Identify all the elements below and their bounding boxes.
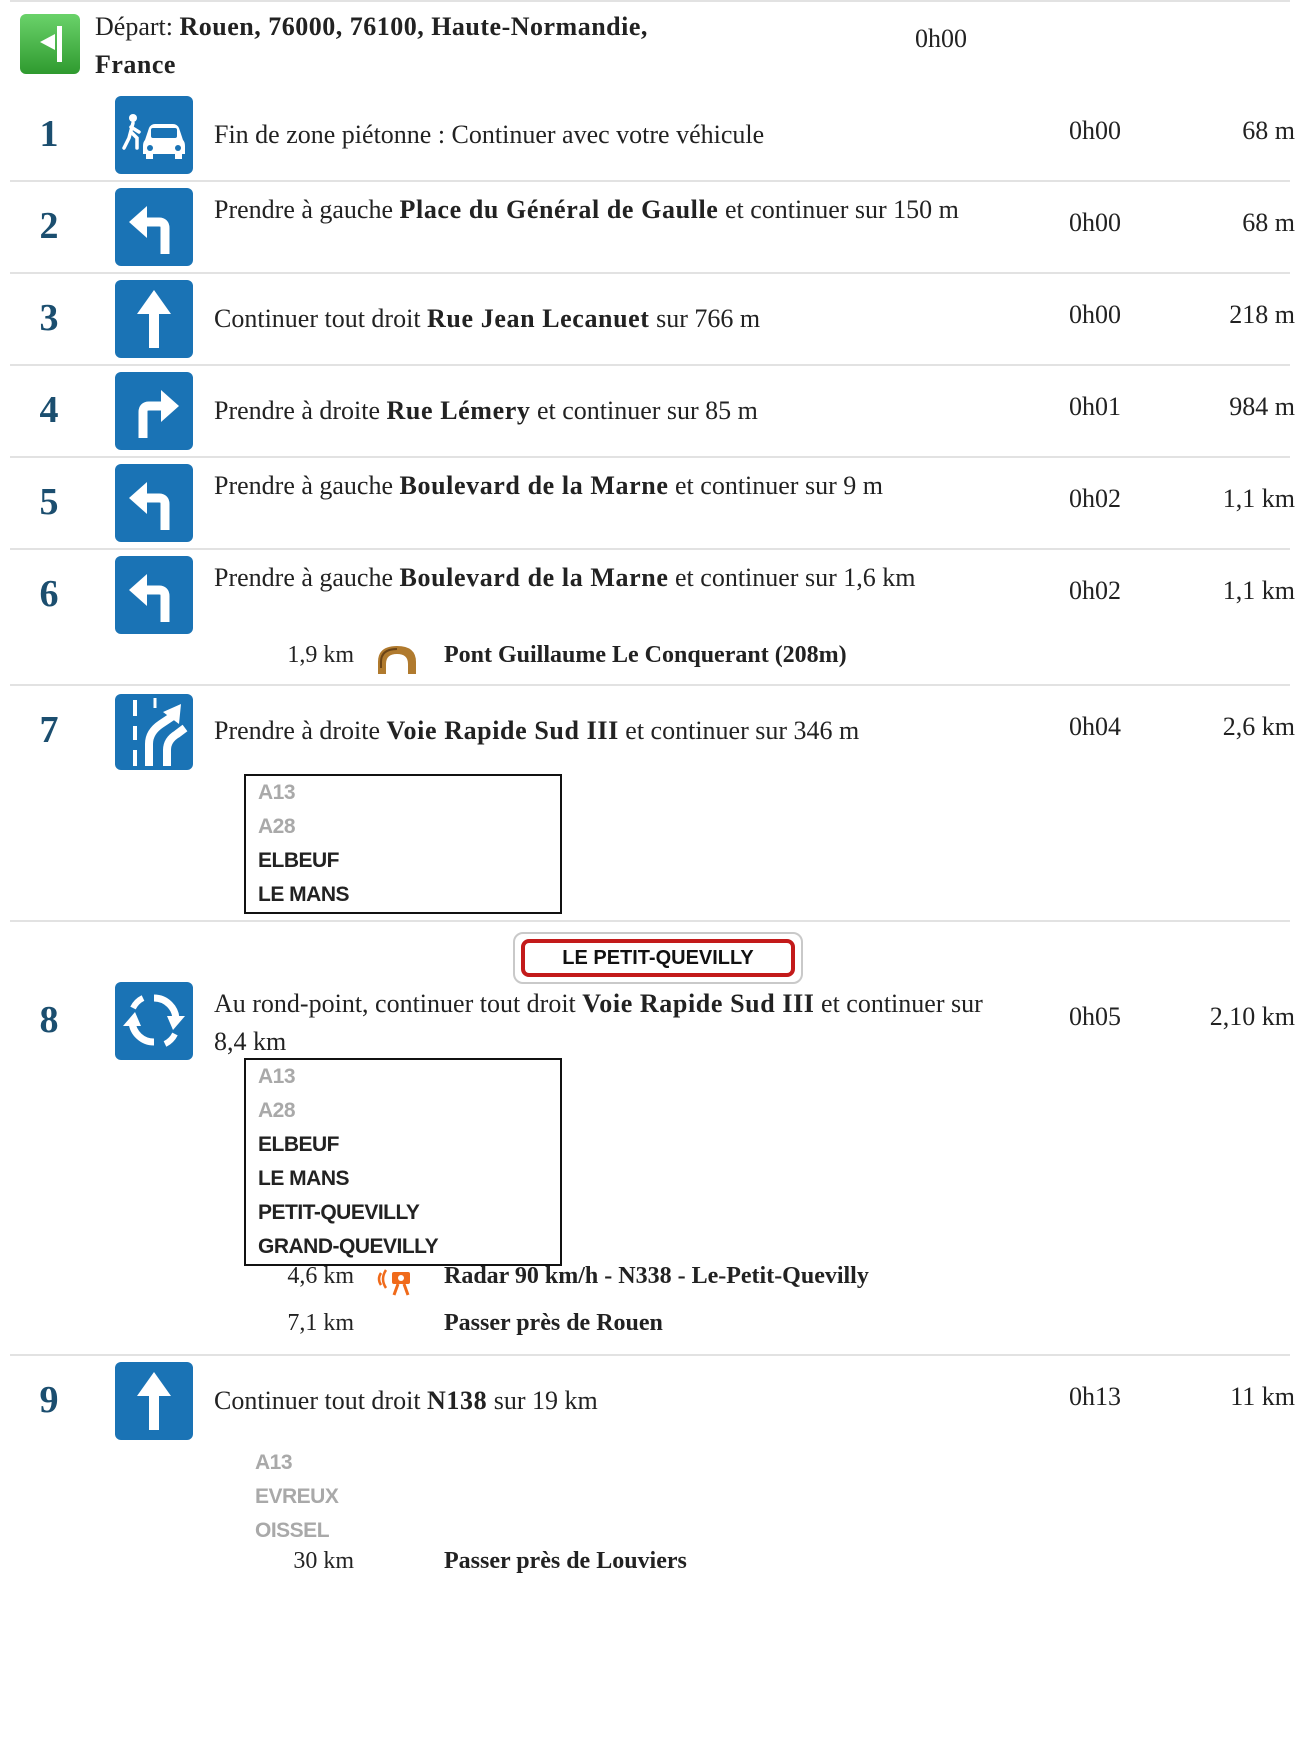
bridge-icon (372, 638, 422, 685)
sign-line: LE MANS (258, 883, 350, 906)
sign-line: A13 (255, 1451, 293, 1474)
step-time: 0h05 (1069, 1002, 1121, 1031)
step-distance: 68 m (1242, 208, 1295, 237)
step-instruction: Continuer tout droit N138 sur 19 km (214, 1386, 598, 1415)
step-number: 3 (39, 297, 59, 339)
step-row[interactable]: LE PETIT-QUEVILLY 8 Au rond-point, conti… (10, 922, 1295, 1356)
waypoint-text: Pont Guillaume Le Conquerant (208m) (444, 642, 847, 668)
sign-line: OISSEL (255, 1519, 330, 1542)
step-row[interactable]: 9 Continuer tout droit N138 sur 19 km 0h… (10, 1356, 1295, 1616)
step-instruction: Prendre à gauche Place du Général de Gau… (214, 195, 959, 224)
straight-arrow-icon (115, 1362, 193, 1440)
step-instruction: Au rond-point, continuer tout droit Voie… (214, 989, 983, 1056)
straight-arrow-icon (115, 280, 193, 358)
direction-sign: A13 EVREUX OISSEL (255, 1446, 339, 1548)
step-row[interactable]: 3 Continuer tout droit Rue Jean Lecanuet… (10, 274, 1295, 366)
step-time: 0h13 (1069, 1382, 1121, 1411)
pedestrian-zone-end-icon (115, 96, 193, 174)
step-time: 0h00 (1069, 116, 1121, 145)
step-row[interactable]: 2 Prendre à gauche Place du Général de G… (10, 182, 1295, 274)
step-distance: 984 m (1229, 392, 1295, 421)
road-name: Place du Général de Gaulle (399, 195, 719, 224)
step-row[interactable]: 1 Fin de zone piétonne : Continuer avec … (10, 90, 1295, 182)
step-instruction: Prendre à droite Rue Lémery et continuer… (214, 396, 758, 425)
step-time: 0h01 (1069, 392, 1121, 421)
sign-line: A13 (258, 1065, 296, 1088)
sign-line: A13 (258, 781, 296, 804)
turn-left-icon (115, 464, 193, 542)
step-number: 5 (39, 481, 59, 523)
step-instruction: Continuer tout droit Rue Jean Lecanuet s… (214, 304, 761, 333)
waypoint-distance: 30 km (293, 1548, 354, 1574)
turn-right-icon (115, 372, 193, 450)
step-distance: 68 m (1242, 116, 1295, 145)
step-time: 0h00 (1069, 208, 1121, 237)
step-number: 8 (39, 999, 59, 1041)
step-number: 7 (39, 709, 59, 751)
road-name: Voie Rapide Sud III (386, 716, 619, 745)
waypoint-text: Radar 90 km/h - N338 - Le-Petit-Quevilly (444, 1263, 869, 1289)
road-name: Rue Lémery (386, 396, 531, 425)
waypoint-text: Passer près de Rouen (444, 1310, 663, 1336)
road-name: N138 (427, 1386, 488, 1415)
waypoint-distance: 4,6 km (287, 1263, 354, 1289)
town-name: LE PETIT-QUEVILLY (521, 939, 795, 977)
step-number: 6 (39, 573, 59, 615)
step-instruction: Fin de zone piétonne : Continuer avec vo… (214, 120, 765, 149)
road-name: Rue Jean Lecanuet (427, 304, 650, 333)
sign-line: A28 (258, 1099, 296, 1122)
sign-line: A28 (258, 815, 296, 838)
step-number: 4 (39, 389, 59, 431)
town-entry-sign: LE PETIT-QUEVILLY (513, 932, 803, 984)
step-instruction: Prendre à droite Voie Rapide Sud III et … (214, 716, 860, 745)
direction-sign: A13 A28 ELBEUF LE MANS PETIT-QUEVILLY GR… (244, 1058, 562, 1266)
sign-line: ELBEUF (258, 849, 340, 872)
sign-line: LE MANS (258, 1167, 350, 1190)
waypoint-text: Passer près de Louviers (444, 1548, 687, 1574)
waypoint-distance: 1,9 km (287, 642, 354, 668)
keep-right-lane-icon (115, 694, 193, 770)
step-row[interactable]: 5 Prendre à gauche Boulevard de la Marne… (10, 458, 1295, 550)
speed-camera-icon (372, 1259, 422, 1306)
road-name: Boulevard de la Marne (399, 471, 669, 500)
turn-left-icon (115, 188, 193, 266)
road-name: Boulevard de la Marne (399, 563, 669, 592)
sign-line: ELBEUF (258, 1133, 340, 1156)
departure-label: Départ: Rouen, 76000, 76100, Haute-Norma… (95, 12, 648, 79)
step-time: 0h02 (1069, 576, 1121, 605)
sign-line: EVREUX (255, 1485, 339, 1508)
step-number: 9 (39, 1379, 59, 1421)
departure-time: 0h00 (915, 24, 967, 53)
roundabout-icon (115, 982, 193, 1060)
step-distance: 218 m (1229, 300, 1295, 329)
departure-row: Départ: Rouen, 76000, 76100, Haute-Norma… (10, 0, 1290, 90)
step-instruction: Prendre à gauche Boulevard de la Marne e… (214, 563, 916, 592)
itinerary-list: Départ: Rouen, 76000, 76100, Haute-Norma… (10, 0, 1295, 1616)
step-distance: 1,1 km (1222, 484, 1295, 513)
step-number: 2 (39, 205, 59, 247)
turn-left-icon (115, 556, 193, 634)
direction-sign: A13 A28 ELBEUF LE MANS (244, 774, 562, 914)
step-time: 0h00 (1069, 300, 1121, 329)
step-distance: 1,1 km (1222, 576, 1295, 605)
step-distance: 11 km (1230, 1382, 1295, 1411)
step-row[interactable]: 6 Prendre à gauche Boulevard de la Marne… (10, 550, 1295, 686)
step-time: 0h02 (1069, 484, 1121, 513)
step-instruction: Prendre à gauche Boulevard de la Marne e… (214, 471, 883, 500)
step-row[interactable]: 4 Prendre à droite Rue Lémery et continu… (10, 366, 1295, 458)
step-distance: 2,10 km (1209, 1002, 1295, 1031)
step-distance: 2,6 km (1222, 712, 1295, 741)
sign-line: PETIT-QUEVILLY (258, 1201, 420, 1224)
start-flag-icon (20, 14, 80, 74)
waypoint-distance: 7,1 km (287, 1310, 354, 1336)
step-number: 1 (39, 113, 59, 155)
step-row[interactable]: 7 Prendre à droite Voie Rapide Sud III e… (10, 686, 1295, 922)
road-name: Voie Rapide Sud III (582, 989, 815, 1018)
step-time: 0h04 (1069, 712, 1121, 741)
